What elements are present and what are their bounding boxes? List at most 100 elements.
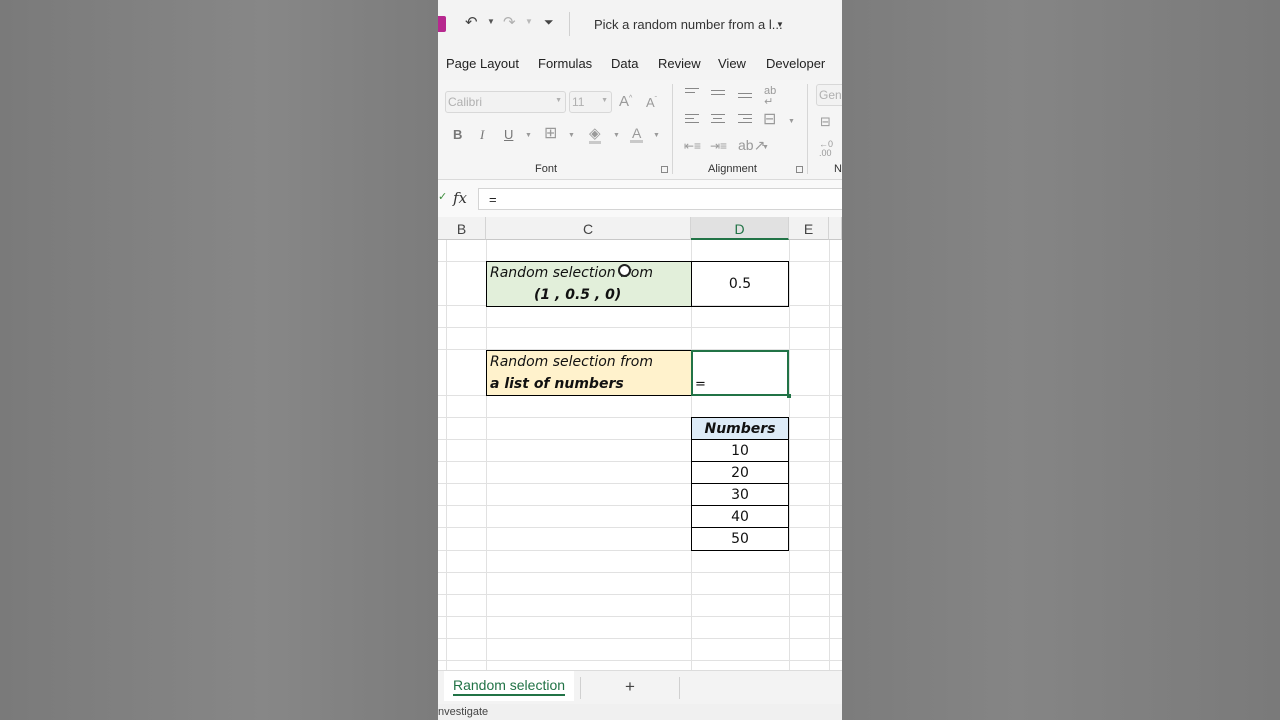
decrease-indent-icon[interactable]: ⇤≡ — [684, 140, 701, 152]
increase-indent-icon[interactable]: ⇥≡ — [710, 140, 727, 152]
insert-function-button[interactable]: fx — [453, 189, 467, 207]
column-header-f[interactable] — [829, 217, 842, 240]
fill-handle[interactable] — [787, 394, 791, 398]
tab-page-layout[interactable]: Page Layout — [446, 56, 519, 71]
tab-developer[interactable]: Developer — [766, 56, 825, 71]
number-value: 10 — [731, 443, 749, 459]
align-right-icon[interactable] — [738, 114, 752, 126]
decrease-font-size-icon[interactable]: Aˇ — [646, 96, 657, 109]
number-value: 40 — [731, 509, 749, 525]
ribbon-tabs: Page Layout Formulas Data Review View De… — [438, 48, 842, 80]
random-selection-value: 0.5 — [728, 276, 752, 292]
chevron-down-icon: ▼ — [601, 97, 608, 104]
middle-align-icon[interactable] — [711, 90, 725, 98]
label-random-list-line2: a list of numbers — [490, 376, 624, 392]
column-header-e[interactable]: E — [789, 217, 829, 240]
title-separator — [569, 12, 570, 36]
underline-button[interactable]: U — [504, 128, 513, 141]
merge-center-icon[interactable]: ⊟ — [763, 112, 776, 128]
wrap-text-icon[interactable]: ab ↵ — [764, 86, 776, 108]
tab-formulas[interactable]: Formulas — [538, 56, 592, 71]
tab-data[interactable]: Data — [611, 56, 638, 71]
customize-quick-access-icon[interactable]: ⏷ — [544, 15, 554, 30]
gridline — [438, 616, 842, 617]
number-value: 30 — [731, 487, 749, 503]
font-group-label: Font — [535, 163, 558, 175]
merge-dropdown-icon[interactable]: ▼ — [788, 118, 795, 125]
worksheet-grid[interactable]: Random selection from (1 , 0.5 , 0) 0.5 … — [438, 240, 842, 670]
blurred-background-left — [0, 0, 438, 720]
undo-dropdown-icon[interactable]: ▼ — [487, 17, 495, 26]
title-bar: ↶ ▼ ↷ ▼ ⏷ Pick a random number from a l.… — [438, 0, 842, 48]
label-random-list-line1: Random selection from — [490, 354, 653, 370]
orientation-dropdown-icon[interactable]: ▼ — [762, 144, 769, 151]
font-size-value: 11 — [572, 95, 585, 109]
number-group-label: N — [834, 163, 842, 175]
borders-icon[interactable]: ⊞ — [544, 126, 557, 142]
font-name-value: Calibri — [448, 95, 483, 109]
blurred-background-right — [842, 0, 1280, 720]
sheet-tab-random-selection[interactable]: Random selection — [444, 671, 574, 701]
number-value: 20 — [731, 465, 749, 481]
ribbon: Calibri ▼ 11 ▼ A^ Aˇ B I U ▼ ⊞ ▼ ◈ ▼ A ▼… — [438, 80, 842, 180]
number-format-value: Gene — [819, 88, 842, 102]
fill-color-icon[interactable]: ◈ — [589, 126, 601, 144]
accounting-format-icon[interactable]: ⊟ — [820, 115, 831, 128]
gridline — [438, 327, 842, 328]
font-color-icon[interactable]: A — [630, 126, 644, 143]
number-format-dropdown[interactable]: Gene — [816, 84, 842, 106]
gridline — [438, 594, 842, 595]
gridline — [438, 572, 842, 573]
alignment-dialog-launcher-icon[interactable] — [796, 166, 803, 173]
formula-input[interactable]: = — [478, 188, 842, 210]
move-cursor-icon — [618, 264, 631, 277]
enter-check-icon[interactable]: ✓ — [438, 190, 447, 203]
decrease-decimal-icon[interactable]: ←0.00 — [819, 140, 833, 158]
fill-color-dropdown-icon[interactable]: ▼ — [613, 132, 620, 139]
chevron-down-icon: ▼ — [555, 97, 562, 104]
document-title[interactable]: Pick a random number from a l... — [594, 17, 783, 32]
title-dropdown-icon[interactable]: ▼ — [776, 20, 784, 29]
formula-bar: ✓ fx = — [438, 180, 842, 217]
redo-icon[interactable]: ↷ — [503, 13, 516, 31]
underline-dropdown-icon[interactable]: ▼ — [525, 132, 532, 139]
status-bar: nvestigate — [438, 704, 842, 720]
gridline — [789, 240, 790, 670]
gridline — [829, 240, 830, 670]
font-dialog-launcher-icon[interactable] — [661, 166, 668, 173]
borders-dropdown-icon[interactable]: ▼ — [568, 132, 575, 139]
column-header-d[interactable]: D — [691, 217, 789, 240]
excel-window: ↶ ▼ ↷ ▼ ⏷ Pick a random number from a l.… — [438, 0, 842, 720]
group-separator — [672, 84, 673, 174]
column-header-c[interactable]: C — [486, 217, 691, 240]
active-cell-formula: = — [695, 377, 706, 392]
undo-icon[interactable]: ↶ — [465, 13, 478, 31]
bottom-align-icon[interactable] — [738, 93, 752, 101]
align-center-icon[interactable] — [711, 114, 725, 126]
font-color-dropdown-icon[interactable]: ▼ — [653, 132, 660, 139]
number-value: 50 — [731, 531, 749, 547]
group-separator — [807, 84, 808, 174]
excel-app-icon — [438, 16, 446, 32]
redo-dropdown-icon[interactable]: ▼ — [525, 17, 533, 26]
gridline — [446, 240, 447, 670]
sheet-tab-label: Random selection — [452, 677, 566, 696]
bold-button[interactable]: B — [453, 128, 462, 141]
increase-font-size-icon[interactable]: A^ — [619, 94, 632, 109]
sheet-tab-bar: Random selection + — [438, 670, 842, 704]
italic-button[interactable]: I — [480, 128, 484, 141]
status-text[interactable]: nvestigate — [438, 706, 488, 718]
tab-view[interactable]: View — [718, 56, 746, 71]
gridline — [438, 660, 842, 661]
tab-review[interactable]: Review — [658, 56, 701, 71]
numbers-header: Numbers — [704, 421, 776, 437]
label-random-selection-line2: (1 , 0.5 , 0) — [534, 287, 622, 303]
align-left-icon[interactable] — [685, 114, 699, 126]
top-align-icon[interactable] — [685, 88, 699, 96]
column-header-b[interactable]: B — [438, 217, 486, 240]
alignment-group-label: Alignment — [708, 163, 757, 175]
font-size-dropdown[interactable]: 11 ▼ — [569, 91, 612, 113]
gridline — [438, 638, 842, 639]
add-sheet-button[interactable]: + — [580, 677, 680, 699]
font-name-dropdown[interactable]: Calibri ▼ — [445, 91, 566, 113]
